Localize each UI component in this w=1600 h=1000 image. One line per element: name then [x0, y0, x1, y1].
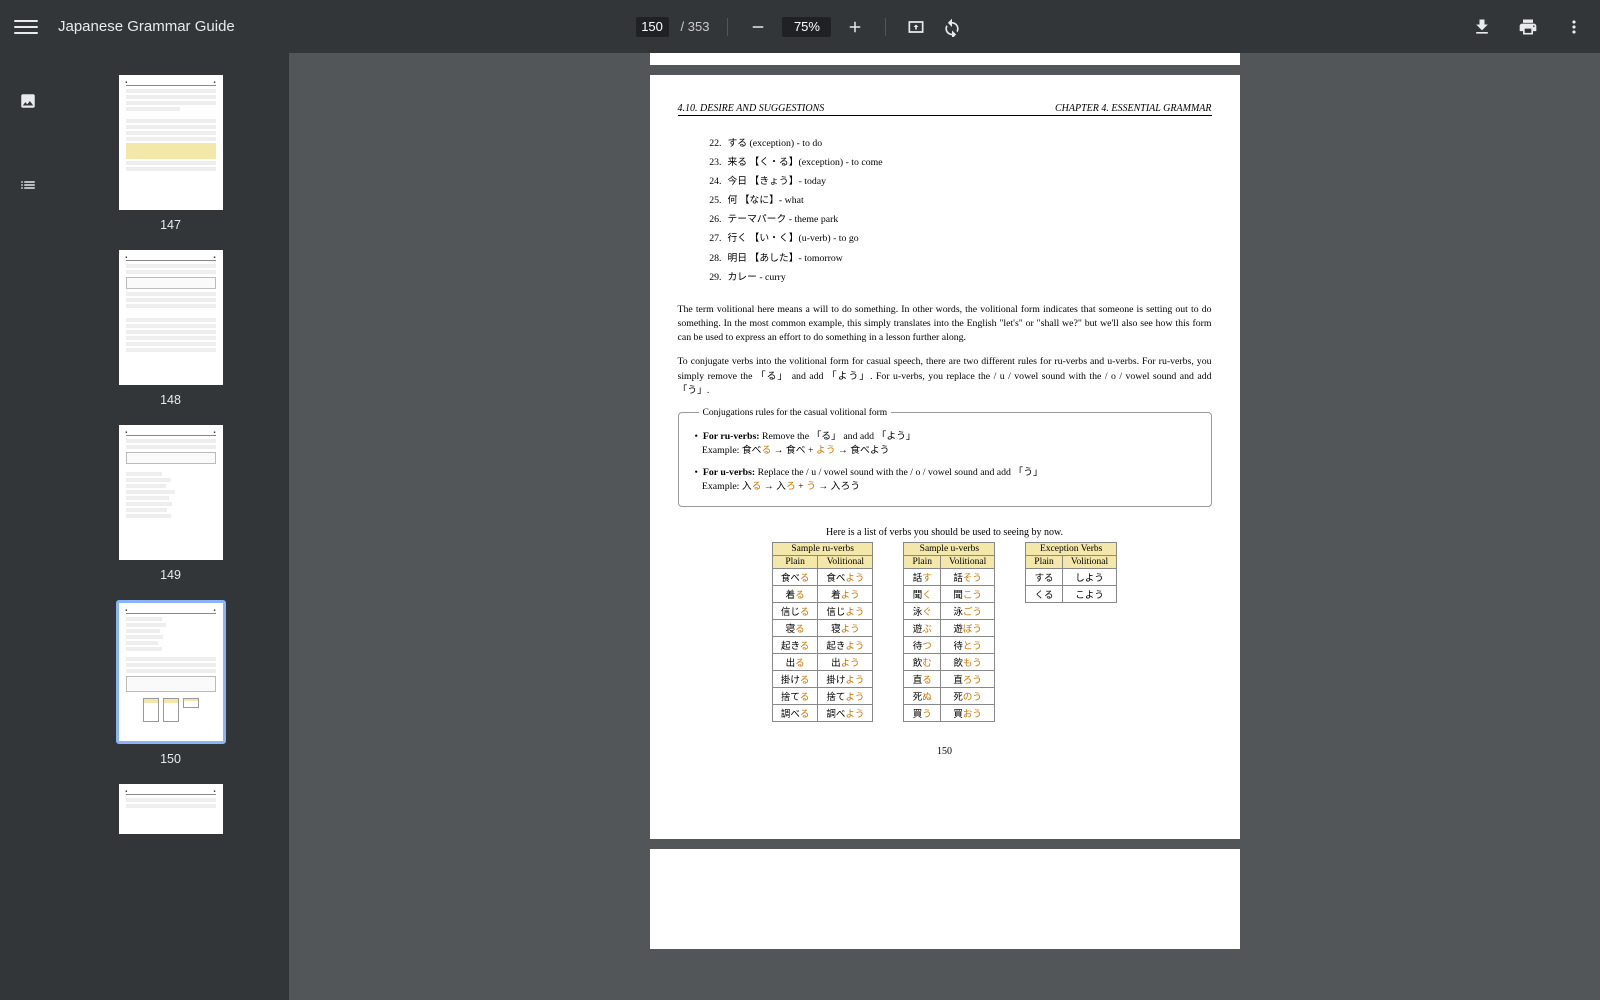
sidebar: ■■ 147 ■■ 148 ■■ — [0, 53, 289, 1000]
thumbnail-label: 150 — [160, 752, 181, 766]
thumbnail[interactable]: ■■ 149 — [119, 425, 223, 582]
verb-table: Sample ru-verbsPlainVolitional食べる食べよう着る着… — [772, 542, 874, 722]
vocab-item: 29.カレー - curry — [702, 268, 1212, 287]
conjugation-rule: • For ru-verbs: Remove the 「る」 and add 「… — [695, 428, 1195, 456]
tables-row: Sample ru-verbsPlainVolitional食べる食べよう着る着… — [678, 542, 1212, 722]
outline-tab-icon[interactable] — [2, 161, 54, 209]
verb-table: Sample u-verbsPlainVolitional話す話そう聞く聞こう泳… — [903, 542, 995, 722]
page-number-input[interactable] — [636, 17, 669, 37]
thumbnail[interactable]: ■■ — [119, 784, 223, 834]
thumbnail-label: 148 — [160, 393, 181, 407]
rotate-icon[interactable] — [940, 15, 964, 39]
thumbnail[interactable]: ■■ 150 — [116, 600, 226, 766]
page-viewport[interactable]: 4.10. DESIRE AND SUGGESTIONS CHAPTER 4. … — [289, 53, 1600, 1000]
more-icon[interactable] — [1562, 15, 1586, 39]
vocab-item: 24.今日 【きょう】- today — [702, 172, 1212, 191]
print-icon[interactable] — [1516, 15, 1540, 39]
header-left: 4.10. DESIRE AND SUGGESTIONS — [678, 103, 825, 114]
paragraph: The term volitional here means a will to… — [678, 303, 1212, 346]
vocab-item: 26.テーマパーク - theme park — [702, 210, 1212, 229]
toolbar: Japanese Grammar Guide / 353 75% — [0, 0, 1600, 53]
vocab-item: 25.何 【なに】- what — [702, 191, 1212, 210]
vocab-item: 28.明日 【あした】- tomorrow — [702, 249, 1212, 268]
document-title: Japanese Grammar Guide — [58, 18, 235, 35]
thumbnails-tab-icon[interactable] — [2, 77, 54, 125]
thumbnail-label: 147 — [160, 218, 181, 232]
fit-page-icon[interactable] — [904, 15, 928, 39]
thumbnail-label: 149 — [160, 568, 181, 582]
conjugation-rule: • For u-verbs: Replace the / u / vowel s… — [695, 464, 1195, 492]
vocab-item: 23.来る 【く・る】(exception) - to come — [702, 153, 1212, 172]
page-total: / 353 — [681, 19, 710, 34]
conjugation-legend: Conjugations rules for the casual voliti… — [699, 408, 892, 418]
vocab-item: 22.する (exception) - to do — [702, 134, 1212, 153]
zoom-out-icon[interactable] — [746, 15, 770, 39]
vocabulary-list: 22.する (exception) - to do23.来る 【く・る】(exc… — [678, 134, 1212, 287]
paragraph: To conjugate verbs into the volitional f… — [678, 355, 1212, 398]
zoom-in-icon[interactable] — [843, 15, 867, 39]
thumbnails-panel[interactable]: ■■ 147 ■■ 148 ■■ — [52, 53, 289, 1000]
table-caption: Here is a list of verbs you should be us… — [678, 527, 1212, 538]
page: 4.10. DESIRE AND SUGGESTIONS CHAPTER 4. … — [650, 75, 1240, 839]
header-right: CHAPTER 4. ESSENTIAL GRAMMAR — [1055, 103, 1211, 114]
conjugation-box: Conjugations rules for the casual voliti… — [678, 408, 1212, 507]
vocab-item: 27.行く 【い・く】(u-verb) - to go — [702, 229, 1212, 248]
thumbnail[interactable]: ■■ 148 — [119, 250, 223, 407]
page-number: 150 — [678, 746, 1212, 757]
zoom-level[interactable]: 75% — [782, 17, 831, 37]
download-icon[interactable] — [1470, 15, 1494, 39]
next-page-edge — [650, 849, 1240, 949]
thumbnail[interactable]: ■■ 147 — [119, 75, 223, 232]
menu-icon[interactable] — [14, 20, 38, 34]
verb-table: Exception VerbsPlainVolitionalするしようくるこよう — [1025, 542, 1117, 603]
previous-page-edge — [650, 53, 1240, 65]
